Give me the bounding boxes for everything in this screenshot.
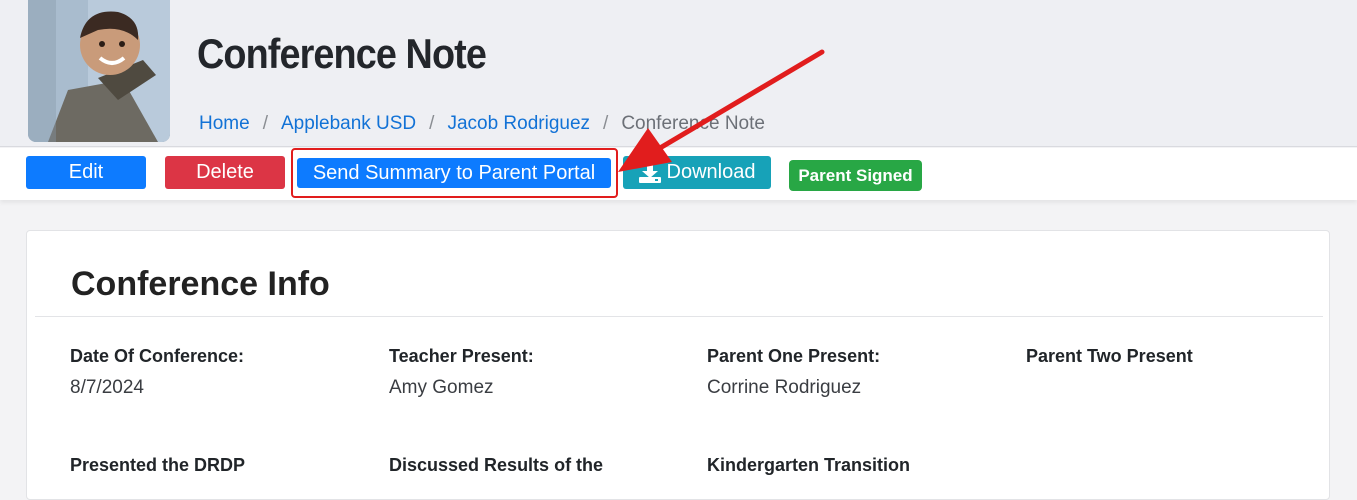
field-label: Kindergarten Transition bbox=[707, 455, 911, 475]
field-label: Parent One Present: bbox=[707, 346, 881, 366]
action-toolbar: Edit Delete Send Summary to Parent Porta… bbox=[0, 148, 1357, 200]
field-parent-two-present: Parent Two Present bbox=[1026, 346, 1326, 377]
breadcrumb: Home / Applebank USD / Jacob Rodriguez /… bbox=[199, 113, 765, 135]
student-avatar bbox=[28, 0, 170, 142]
download-icon bbox=[638, 162, 661, 183]
field-presented-drdp: Presented the DRDP bbox=[70, 455, 370, 476]
breadcrumb-current: Conference Note bbox=[621, 113, 765, 134]
card-divider bbox=[35, 316, 1323, 317]
field-parent-one-present: Parent One Present: Corrine Rodriguez bbox=[707, 346, 1007, 399]
field-label: Parent Two Present bbox=[1026, 346, 1193, 366]
field-value: 8/7/2024 bbox=[70, 377, 144, 398]
field-teacher-present: Teacher Present: Amy Gomez bbox=[389, 346, 689, 399]
page-header: Conference Note Home / Applebank USD / J… bbox=[0, 0, 1357, 147]
field-value: Corrine Rodriguez bbox=[707, 377, 862, 398]
field-label: Discussed Results of the bbox=[389, 455, 604, 475]
field-label: Presented the DRDP bbox=[70, 455, 246, 475]
card-title: Conference Info bbox=[71, 265, 330, 303]
field-kindergarten-transition: Kindergarten Transition bbox=[707, 455, 1007, 476]
field-label: Teacher Present: bbox=[389, 346, 534, 366]
field-label: Date Of Conference: bbox=[70, 346, 245, 366]
page-title: Conference Note bbox=[197, 30, 487, 77]
breadcrumb-separator: / bbox=[262, 113, 268, 134]
field-value: Amy Gomez bbox=[389, 377, 494, 398]
breadcrumb-student[interactable]: Jacob Rodriguez bbox=[447, 113, 590, 135]
parent-signed-badge: Parent Signed bbox=[789, 160, 922, 191]
download-button[interactable]: Download bbox=[623, 156, 771, 189]
breadcrumb-home[interactable]: Home bbox=[199, 113, 250, 135]
conference-info-card: Conference Info Date Of Conference: 8/7/… bbox=[26, 230, 1330, 500]
field-discussed-results: Discussed Results of the bbox=[389, 455, 689, 476]
edit-button[interactable]: Edit bbox=[26, 156, 146, 189]
breadcrumb-separator: / bbox=[429, 113, 435, 134]
download-label: Download bbox=[666, 161, 756, 183]
delete-button[interactable]: Delete bbox=[165, 156, 285, 189]
breadcrumb-district[interactable]: Applebank USD bbox=[281, 113, 416, 135]
annotation-highlight-box bbox=[291, 148, 618, 198]
breadcrumb-separator: / bbox=[603, 113, 609, 134]
field-date-of-conference: Date Of Conference: 8/7/2024 bbox=[70, 346, 370, 399]
